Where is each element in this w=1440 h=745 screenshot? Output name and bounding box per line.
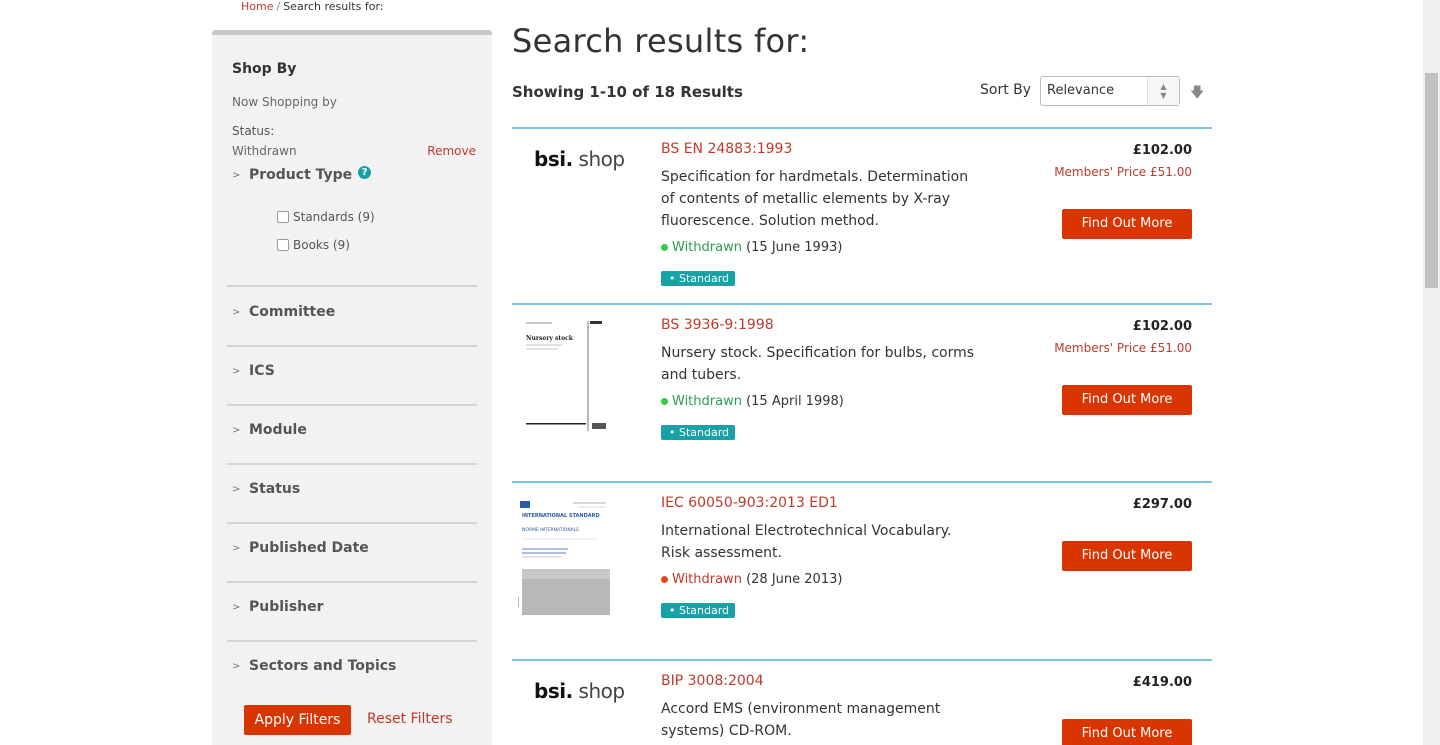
active-filter-label: Status: — [232, 124, 275, 138]
filter-option-books[interactable]: Books (9) — [277, 231, 477, 259]
chevron-right-icon: > — [232, 542, 241, 554]
facet-sectors-topics: > Sectors and Topics — [227, 656, 477, 686]
facet-label: Publisher — [249, 599, 324, 615]
status-dot-icon — [661, 576, 668, 583]
chevron-right-icon: > — [232, 306, 241, 318]
results-count: Showing 1-10 of 18 Results — [512, 83, 743, 101]
result-description: International Electrotechnical Vocabular… — [661, 523, 952, 561]
active-filter-value: Withdrawn — [232, 144, 297, 158]
checkbox[interactable] — [277, 239, 289, 251]
find-out-more-button[interactable]: Find Out More — [1062, 209, 1192, 239]
breadcrumb-home-link[interactable]: Home — [241, 0, 273, 13]
result-description: Accord EMS (environment management syste… — [661, 701, 941, 739]
result-description: Specification for hardmetals. Determinat… — [661, 169, 969, 229]
result-price: £297.00 — [1132, 497, 1192, 512]
facet-committee: > Committee — [227, 302, 477, 347]
facet-product-type-toggle[interactable]: > Product Type ? — [227, 165, 477, 185]
result-tag: • Standard — [661, 271, 736, 286]
result-price: £419.00 — [1132, 675, 1192, 690]
result-description: Nursery stock. Specification for bulbs, … — [661, 345, 975, 383]
bsi-shop-logo: bsi. shop — [534, 147, 625, 171]
find-out-more-button[interactable]: Find Out More — [1062, 541, 1192, 571]
facet-publisher: > Publisher — [227, 597, 477, 642]
find-out-more-button[interactable]: Find Out More — [1062, 719, 1192, 745]
select-arrows-icon: ▲ ▼ — [1147, 77, 1179, 105]
checkbox[interactable] — [277, 211, 289, 223]
page-scrollbar[interactable] — [1423, 0, 1440, 745]
facet-label: Published Date — [249, 540, 369, 556]
shop-by-heading: Shop By — [232, 61, 297, 77]
chevron-right-icon: > — [232, 424, 241, 436]
result-code-link[interactable]: BIP 3008:2004 — [661, 673, 764, 689]
result-item: Nursery stock BS 3936-9:1998 Nursery sto… — [512, 303, 1212, 481]
facet-ics: > ICS — [227, 361, 477, 406]
result-item: bsi. shop BS EN 24883:1993 Specification… — [512, 127, 1212, 303]
facet-status: > Status — [227, 479, 477, 524]
facet-module-toggle[interactable]: > Module — [227, 420, 477, 440]
result-code-link[interactable]: BS 3936-9:1998 — [661, 317, 774, 333]
result-price: £102.00 — [1132, 319, 1192, 334]
breadcrumb-separator: / — [276, 0, 281, 13]
apply-filters-button[interactable]: Apply Filters — [244, 705, 351, 735]
facet-ics-toggle[interactable]: > ICS — [227, 361, 477, 381]
sort-select[interactable]: Relevance ▲ ▼ — [1040, 76, 1180, 106]
chevron-right-icon: > — [232, 169, 241, 181]
remove-filter-link[interactable]: Remove — [427, 144, 476, 158]
chevron-right-icon: > — [232, 601, 241, 613]
facet-label: Committee — [249, 304, 336, 320]
bsi-shop-logo: bsi. shop — [534, 679, 625, 703]
help-icon[interactable]: ? — [358, 165, 372, 179]
member-price: Members' Price £51.00 — [1054, 341, 1192, 355]
facet-status-toggle[interactable]: > Status — [227, 479, 477, 499]
facet-product-type: > Product Type ? Standards (9) Books (9) — [227, 165, 477, 287]
filter-option-label: Standards (9) — [293, 210, 375, 224]
breadcrumb-current: Search results for: — [283, 0, 384, 13]
document-thumbnail[interactable]: INTERNATIONAL STANDARD NORME INTERNATION… — [517, 497, 612, 615]
result-item: INTERNATIONAL STANDARD NORME INTERNATION… — [512, 481, 1212, 659]
chevron-right-icon: > — [232, 660, 241, 672]
result-status: Withdrawn (15 April 1998) — [661, 394, 844, 409]
status-dot-icon — [661, 398, 668, 405]
result-code-link[interactable]: IEC 60050-903:2013 ED1 — [661, 495, 838, 511]
result-code-link[interactable]: BS EN 24883:1993 — [661, 141, 792, 157]
result-price: £102.00 — [1132, 143, 1192, 158]
svg-text:NORME INTERNATIONALE: NORME INTERNATIONALE — [522, 527, 579, 533]
status-dot-icon — [661, 244, 668, 251]
result-item: bsi. shop BIP 3008:2004 Accord EMS (envi… — [512, 659, 1212, 745]
result-tag: • Standard — [661, 603, 736, 618]
result-status: Withdrawn (28 June 2013) — [661, 572, 842, 587]
document-thumbnail[interactable]: Nursery stock — [522, 319, 608, 433]
facet-published-date: > Published Date — [227, 538, 477, 583]
filter-option-standards[interactable]: Standards (9) — [277, 203, 477, 231]
chevron-right-icon: > — [232, 365, 241, 377]
reset-filters-link[interactable]: Reset Filters — [367, 711, 453, 727]
facet-label: Module — [249, 422, 307, 438]
facet-committee-toggle[interactable]: > Committee — [227, 302, 477, 322]
arrow-down-icon[interactable]: 🡇 — [1190, 82, 1204, 106]
breadcrumb: Home / Search results for: — [241, 0, 383, 13]
sort-label: Sort By — [980, 82, 1032, 98]
result-status: Withdrawn (15 June 1993) — [661, 240, 842, 255]
facet-published-date-toggle[interactable]: > Published Date — [227, 538, 477, 558]
filter-option-label: Books (9) — [293, 238, 350, 252]
scrollbar-thumb[interactable] — [1425, 73, 1438, 288]
facet-label: Product Type — [249, 167, 353, 183]
facet-label: ICS — [249, 363, 275, 379]
result-tag: • Standard — [661, 425, 736, 440]
svg-text:INTERNATIONAL STANDARD: INTERNATIONAL STANDARD — [522, 513, 600, 519]
find-out-more-button[interactable]: Find Out More — [1062, 385, 1192, 415]
facet-sectors-topics-toggle[interactable]: > Sectors and Topics — [227, 656, 477, 676]
chevron-right-icon: > — [232, 483, 241, 495]
now-shopping-label: Now Shopping by — [232, 95, 337, 109]
facet-label: Status — [249, 481, 301, 497]
facet-publisher-toggle[interactable]: > Publisher — [227, 597, 477, 617]
sort-select-value: Relevance — [1047, 83, 1115, 98]
facet-module: > Module — [227, 420, 477, 465]
member-price: Members' Price £51.00 — [1054, 165, 1192, 179]
facet-label: Sectors and Topics — [249, 658, 397, 674]
page-title: Search results for: — [512, 22, 810, 60]
filter-sidebar: Shop By Now Shopping by Status: Withdraw… — [212, 30, 492, 745]
svg-text:Nursery stock: Nursery stock — [526, 335, 574, 342]
